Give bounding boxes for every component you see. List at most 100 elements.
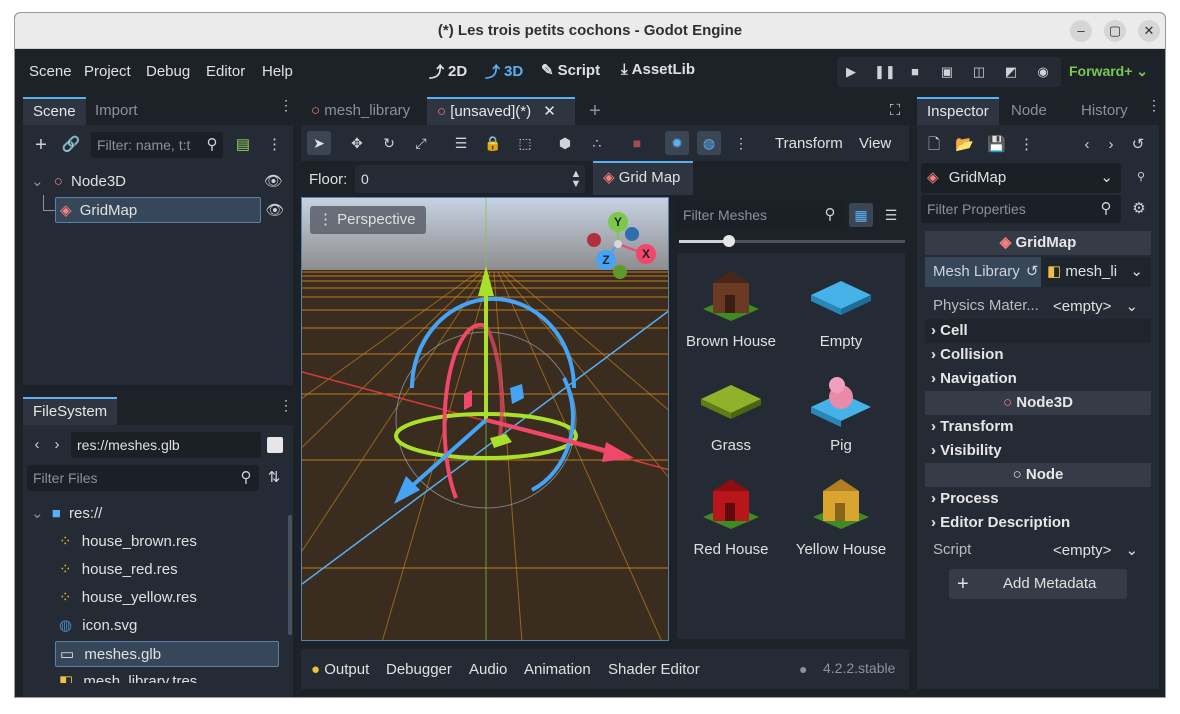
mesh-item-red-house[interactable]: Red House [677,473,785,558]
environment-preview-icon[interactable]: ◍ [697,131,721,155]
close-button[interactable]: ✕ [1138,20,1160,42]
tree-item-node3d[interactable]: ⌄ ○ Node3D 👁 [27,169,289,195]
menu-help[interactable]: Help [262,63,293,80]
tree-item-gridmap[interactable]: ◈ GridMap [55,197,261,223]
snap-icon[interactable]: ∴ [585,131,609,155]
version-label[interactable]: 4.2.2.stable [823,660,895,676]
mesh-item-pig[interactable]: Pig [787,369,895,454]
tab-mesh-library[interactable]: ○ mesh_library [301,97,427,125]
orientation-gizmo[interactable]: Y X Z [584,208,660,284]
stop-icon[interactable]: ■ [906,63,924,81]
menu-debug[interactable]: Debug [146,63,190,80]
doc-icon[interactable]: ⚲ [1129,167,1153,187]
revert-icon[interactable]: ↺ [1026,263,1039,280]
play-icon[interactable]: ▶ [842,63,860,81]
tab-import[interactable]: Import [85,97,148,125]
attach-script-icon[interactable]: ▤ [233,135,253,155]
visibility-eye-icon[interactable]: 👁 [265,201,285,221]
pause-icon[interactable]: ❚❚ [874,63,896,81]
tab-shader-editor[interactable]: Shader Editor [608,661,700,678]
tab-animation[interactable]: Animation [524,661,591,678]
workspace-3d[interactable]: ⤴ 3D [485,61,523,82]
perspective-menu[interactable]: ⋮ Perspective [310,206,426,234]
view-menu[interactable]: View [859,135,891,152]
add-node-icon[interactable]: + [31,135,51,155]
distraction-free-icon[interactable]: ⛶ [885,101,905,121]
scene-options-icon[interactable]: ⋮ [267,135,282,155]
local-space-icon[interactable]: ⬢ [553,131,577,155]
more-options-icon[interactable]: ⋮ [729,131,753,155]
tab-output[interactable]: ● Output [311,661,369,678]
workspace-assetlib[interactable]: ⤓ AssetLib [621,61,695,78]
section-cell[interactable]: › Cell [925,319,1151,343]
sun-preview-icon[interactable]: ✹ [665,131,689,155]
close-icon[interactable]: ✕ [543,103,556,120]
physics-material-picker[interactable]: <empty> ⌄ [1053,297,1138,315]
script-picker[interactable]: <empty> ⌄ [1053,541,1138,559]
spinbox-arrows-icon[interactable]: ▲ ▼ [569,169,583,190]
tab-history[interactable]: History [1071,97,1138,125]
section-navigation[interactable]: › Navigation [925,367,1151,391]
section-visibility[interactable]: › Visibility [925,439,1151,463]
list-item[interactable]: ⁘ house_red.res [31,557,279,583]
section-collision[interactable]: › Collision [925,343,1151,367]
menu-scene[interactable]: Scene [29,63,72,80]
floor-spinbox[interactable]: 0 [355,165,585,193]
dock-menu-icon[interactable]: ⋮ [1147,98,1161,120]
more-options-icon[interactable]: ⋮ [1019,135,1034,155]
select-tool-icon[interactable]: ➤ [307,131,331,155]
toggle-split-icon[interactable] [267,437,283,453]
list-item[interactable]: ⌄ ■ res:// [31,501,279,527]
transform-menu[interactable]: Transform [775,135,843,152]
renderer-select[interactable]: Forward+ ⌄ [1069,63,1148,80]
play-scene-icon[interactable]: ◫ [970,63,988,81]
new-resource-icon[interactable]: 🗋 [925,135,943,155]
mesh-item-yellow-house[interactable]: Yellow House [787,473,895,558]
tab-audio[interactable]: Audio [469,661,507,678]
history-icon[interactable]: ↺ [1129,135,1147,155]
back-icon[interactable]: ‹ [1081,135,1093,155]
gizmo-x-button[interactable]: X [636,244,656,264]
rotate-tool-icon[interactable]: ↻ [377,131,401,155]
list-item[interactable]: ◧ mesh_library.tres [31,669,279,683]
section-process[interactable]: › Process [925,487,1151,511]
workspace-2d[interactable]: ⤴ 2D [429,61,467,82]
section-editor-description[interactable]: › Editor Description [925,511,1151,535]
add-metadata-button[interactable]: + Add Metadata [949,569,1127,599]
gridmap-toggle-button[interactable]: ◈ Grid Map [593,161,693,195]
tab-debugger[interactable]: Debugger [386,661,452,678]
filter-files-input[interactable]: Filter Files [27,465,259,491]
movie-maker-icon[interactable]: ◉ [1034,63,1052,81]
minimize-button[interactable]: – [1070,20,1092,42]
list-select-icon[interactable]: ☰ [449,131,473,155]
scrollbar[interactable] [288,515,292,635]
section-transform[interactable]: › Transform [925,415,1151,439]
lock-icon[interactable]: 🔒 [481,131,505,155]
visibility-eye-icon[interactable]: 👁 [264,169,283,195]
sort-icon[interactable]: ⇅ [265,468,283,488]
save-icon[interactable]: 💾 [987,135,1006,155]
path-field[interactable]: res://meshes.glb [71,432,261,458]
remote-debug-icon[interactable]: ▣ [938,63,956,81]
scale-tool-icon[interactable]: ⤢ [409,131,433,155]
thumbnail-view-icon[interactable]: ▦ [849,203,873,227]
3d-viewport[interactable]: ⋮ Perspective Y X Z [301,197,669,641]
back-icon[interactable]: ‹ [31,435,43,455]
gizmo-z-button[interactable]: Z [596,250,616,270]
instance-scene-icon[interactable]: 🔗 [61,135,81,155]
menu-project[interactable]: Project [84,63,131,80]
open-folder-icon[interactable]: 📂 [955,135,974,155]
mesh-item-grass[interactable]: Grass [677,369,785,454]
list-item[interactable]: ⁘ house_brown.res [31,529,279,555]
zoom-slider-handle[interactable] [723,235,735,247]
node-select-dropdown[interactable]: ◈ GridMap ⌄ [921,163,1121,193]
move-tool-icon[interactable]: ✥ [345,131,369,155]
mesh-item-empty[interactable]: Empty [787,265,895,350]
dock-menu-icon[interactable]: ⋮ [279,398,293,420]
menu-editor[interactable]: Editor [206,63,245,80]
tab-node[interactable]: Node [1001,97,1057,125]
add-tab-icon[interactable]: + [585,101,605,121]
workspace-script[interactable]: ✎ Script [541,61,600,80]
list-view-icon[interactable]: ☰ [879,203,903,227]
mesh-item-brown-house[interactable]: Brown House [677,265,785,350]
